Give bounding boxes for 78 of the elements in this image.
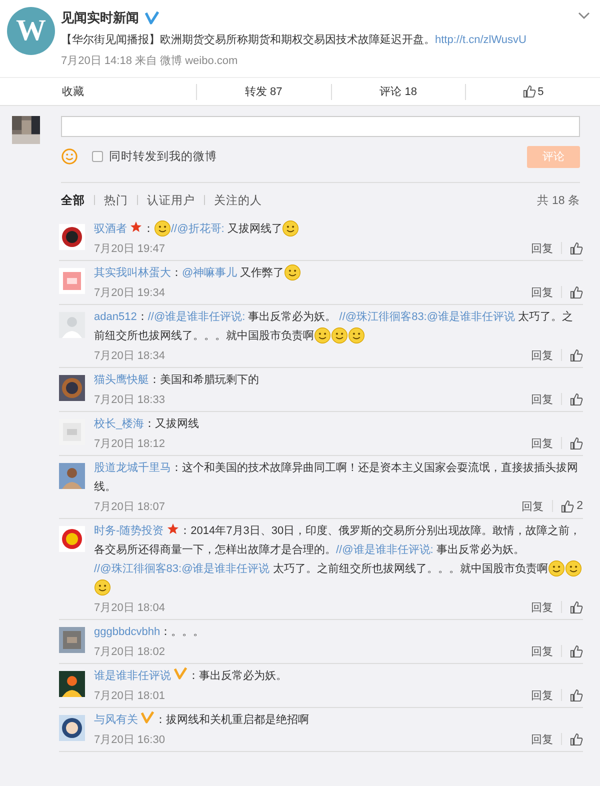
comment-text: 其实我叫林蛋大：@神嘛事儿 又作弊了 [94,264,583,283]
like-button[interactable] [570,348,583,362]
thumbs-up-icon [570,688,583,702]
thumbs-up-icon [570,600,583,614]
comment-text: 校长_楼海：又拔网线 [94,417,200,432]
post-text: 【华尔街见闻播报】欧洲期货交易所称期货和期权交易因技术故障延迟开盘。http://t.cn/zlWusvU [61,32,528,48]
action-button[interactable]: 评论 18 [332,78,466,105]
comment-text: 驭酒者 ： //@折花哥: 又拔网线了 [94,220,583,239]
thumbs-up-icon [570,348,583,362]
comment-time: 7月20日 18:34 [94,348,165,362]
reply-button[interactable]: 回复 [531,436,553,450]
post-meta: 7月20日 14:18 来自 微博 weibo.com [61,54,239,69]
comment-time: 7月20日 18:12 [94,436,165,450]
like-button[interactable] [570,436,583,450]
thumbs-up-icon [560,500,574,512]
comment-text: 时务-随势投资 ：2014年7月3日、30日，印度、俄罗斯的交易所分别出现故障。敢情，故障之前，各交易所还得商量一下，怎样出故障才是合理的。//@谁是谁非任评说: 事出反常必为妖。 //@珠江徘徊客83:@谁是谁非任评说 太巧了。之前纽交所也拔网线了。。。就中国股市负责啊 [94,522,583,598]
thumbs-up-icon [570,732,583,746]
emoji-icon [314,327,331,344]
filter-tab[interactable]: 认证用户 [147,192,195,208]
comment-text: 猫头鹰快艇：美国和希腊玩剩下的 [94,372,260,388]
account-name[interactable]: 见闻实时新闻 [61,9,139,27]
checkbox[interactable] [92,151,103,162]
checkbox-label[interactable]: 同时转发到我的微博 [109,149,217,164]
reply-button[interactable]: 回复 [522,498,544,514]
thumbs-up-icon [570,242,583,254]
comment-time: 7月20日 18:04 [94,600,165,614]
comment-time: 7月20日 19:47 [94,242,165,256]
like-button[interactable] [570,688,583,702]
emoji-icon [564,560,582,577]
chevron-down-icon[interactable] [578,12,590,20]
comment-text: 与风有关 ：拔网线和关机重启都是绝招啊 [94,711,583,730]
comment-time: 7月20日 18:01 [94,688,165,702]
filter-tab[interactable]: 关注的人 [214,192,262,208]
comment-text: 谁是谁非任评说 ：事出反常必为妖。 [94,667,583,686]
thumbs-up-icon [522,85,536,98]
comment-text: 股道龙城千里马：这个和美国的技术故障异曲同工啊！还是资本主义国家会耍流氓，直接拔插头拔网线。 [94,460,579,495]
reply-button[interactable]: 回复 [531,644,553,658]
like-button[interactable] [570,286,583,298]
comment-text: adan512：//@谁是谁非任评说: 事出反常必为妖。 //@珠江徘徊客83:@谁是谁非任评说 太巧了。之前纽交所也拔网线了。。。就中国股市负责啊 [94,310,574,346]
comment-input[interactable] [61,116,580,137]
logo: W [7,7,55,55]
comment-time: 7月20日 18:33 [94,392,165,406]
filter-tab[interactable]: 全部 [61,192,85,208]
thumbs-up-icon [570,286,583,298]
emoji-icon [284,264,302,281]
reply-button[interactable]: 回复 [531,688,553,702]
emoji-icon [331,327,348,344]
comment-time: 7月20日 18:02 [94,644,165,658]
action-button[interactable]: 转发 87 [196,78,330,105]
emoji-icon [348,327,365,344]
emoji-icon [548,560,565,577]
post-link[interactable]: http://t.cn/zlWusvU [435,34,526,46]
action-button[interactable]: 收藏 [0,78,196,105]
comment-text: gggbbdcvbhh：。。。 [94,625,206,640]
comment-count: 共 18 条 [536,194,580,208]
reply-button[interactable]: 回复 [531,732,553,746]
reply-button[interactable]: 回复 [531,600,553,614]
comment-time: 7月20日 16:30 [94,732,165,746]
reply-button[interactable]: 回复 [531,240,553,256]
like-button[interactable] [570,600,583,614]
comment-time: 7月20日 18:07 [94,500,165,514]
reply-button[interactable]: 回复 [531,284,553,300]
like-button[interactable] [570,644,583,658]
thumbs-up-icon [570,644,583,658]
like-button[interactable]: 2 [560,500,583,512]
like-button[interactable] [570,242,583,254]
thumbs-up-icon [570,436,583,450]
filter-tab[interactable]: 热门 [104,192,128,208]
emoji-icon [282,220,300,237]
comment-time: 7月20日 19:34 [94,286,165,300]
thumbs-up-icon [570,392,583,406]
like-button[interactable] [570,732,583,746]
like-button[interactable]: 5 [466,78,600,105]
emoji-icon [154,220,171,237]
reply-button[interactable]: 回复 [531,348,553,362]
reply-button[interactable]: 回复 [531,392,553,406]
emoji-icon [94,579,111,596]
like-button[interactable] [570,392,583,406]
